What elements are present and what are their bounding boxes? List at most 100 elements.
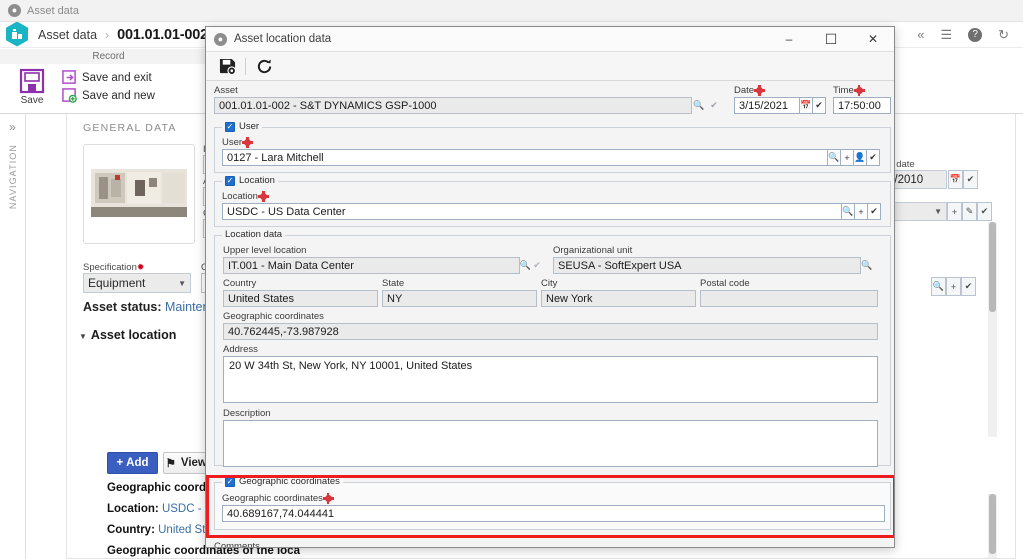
table-scrollbar-track[interactable]	[988, 494, 997, 558]
location-checkbox[interactable]: ✓	[225, 175, 235, 186]
location-input[interactable]: USDC - US Data Center	[222, 203, 842, 220]
panel-scrollbar-track[interactable]	[988, 222, 997, 437]
breadcrumb-root[interactable]: Asset data	[38, 28, 97, 42]
search-icon[interactable]: 🔍	[841, 203, 855, 220]
refresh-icon	[257, 59, 271, 73]
dialog-titlebar: ● Asset location data – ☐ ✕	[206, 27, 894, 52]
maximize-button[interactable]: ☐	[810, 27, 852, 52]
refresh-button[interactable]	[249, 53, 279, 79]
list-icon[interactable]: ☰	[940, 28, 952, 41]
address-textarea[interactable]: 20 W 34th St, New York, NY 10001, United…	[223, 356, 878, 403]
location-section-legend[interactable]: ✓ Location	[222, 175, 278, 186]
geo-section-fieldset: ✓ Geographic coordinates Geographic coor…	[214, 476, 891, 530]
calendar-icon[interactable]: 📅	[948, 170, 963, 189]
asset-label: Asset	[214, 85, 238, 96]
app-logo-icon: ●	[8, 4, 21, 17]
user-fieldset: ✓ User User 0127 - Lara Mitchell 🔍 + 👤 ✔	[214, 121, 891, 173]
location-label: Location	[222, 191, 885, 202]
country-input[interactable]: United States	[223, 290, 378, 307]
save-button[interactable]	[212, 53, 242, 79]
upper-level-location-group: Upper level location IT.001 - Main Data …	[223, 245, 543, 274]
search-icon[interactable]: 🔍	[827, 149, 841, 166]
description-textarea[interactable]	[223, 420, 878, 467]
country-label: Country	[223, 278, 257, 289]
save-new-icon	[62, 88, 77, 103]
city-input[interactable]: New York	[541, 290, 696, 307]
organizational-unit-input[interactable]: SEUSA - SoftExpert USA	[553, 257, 861, 274]
save-icon	[19, 68, 45, 94]
save-button[interactable]: Save	[6, 68, 58, 106]
calendar-icon[interactable]: 📅	[799, 97, 813, 114]
chevron-down-icon[interactable]: ▼	[178, 279, 186, 288]
refresh-icon[interactable]: ↻	[998, 28, 1009, 41]
save-and-exit-button[interactable]: Save and exit	[62, 70, 155, 85]
add-button[interactable]: + Add	[107, 452, 158, 474]
description-group: Description	[223, 408, 878, 467]
clear-icon[interactable]: ✔	[961, 277, 976, 296]
dialog-toolbar	[206, 52, 894, 81]
postal-code-input[interactable]	[700, 290, 878, 307]
clear-icon[interactable]: ✔	[706, 97, 722, 114]
help-icon[interactable]: ?	[968, 27, 983, 42]
upper-level-location-input[interactable]: IT.001 - Main Data Center	[223, 257, 520, 274]
add-button-label: Add	[126, 457, 149, 469]
specification-select[interactable]: Equipment ▼	[83, 273, 191, 293]
address-group: Address 20 W 34th St, New York, NY 10001…	[223, 344, 878, 403]
asset-hex-logo-icon	[6, 21, 30, 48]
dialog-body: Asset 001.01.01-002 - S&T DYNAMICS GSP-1…	[206, 81, 894, 547]
specification-field-group: Specification✹ Equipment ▼	[83, 262, 191, 293]
asset-input[interactable]: 001.01.01-002 - S&T DYNAMICS GSP-1000	[214, 97, 692, 114]
search-icon[interactable]: 🔍	[860, 257, 874, 274]
search-icon[interactable]: 🔍	[691, 97, 707, 114]
add-icon[interactable]: +	[840, 149, 854, 166]
geo-field-input[interactable]: 40.689167,74.044441	[222, 505, 885, 522]
add-icon[interactable]: +	[946, 277, 961, 296]
asset-field-group: Asset 001.01.01-002 - S&T DYNAMICS GSP-1…	[214, 85, 722, 114]
collapse-icon[interactable]: «	[917, 28, 924, 41]
user-checkbox[interactable]: ✓	[225, 121, 235, 132]
location-field-group: Location USDC - US Data Center 🔍 + ✔	[222, 191, 885, 220]
clear-icon[interactable]: ✔	[866, 149, 880, 166]
chevron-down-icon[interactable]: ▼	[934, 207, 942, 216]
save-button-label: Save	[20, 95, 44, 106]
geo-coordinates-input[interactable]: 40.762445,-73.987928	[223, 323, 878, 340]
description-label: Description	[223, 408, 271, 419]
panel-scrollbar-thumb[interactable]	[989, 222, 996, 312]
comments-label: Comments	[214, 541, 260, 547]
time-label: Time	[833, 85, 891, 96]
date-input[interactable]: 3/15/2021	[734, 97, 800, 114]
add-icon[interactable]: +	[854, 203, 868, 220]
close-button[interactable]: ✕	[852, 27, 894, 52]
time-input[interactable]: 17:50:00	[833, 97, 891, 114]
minimize-button[interactable]: –	[768, 27, 810, 52]
user-section-legend[interactable]: ✓ User	[222, 121, 263, 132]
geo-section-legend[interactable]: ✓ Geographic coordinates	[222, 476, 343, 487]
save-and-new-button[interactable]: Save and new	[62, 88, 155, 103]
navigation-label: NAVIGATION	[7, 144, 18, 210]
specification-label: Specification✹	[83, 262, 145, 273]
clear-icon[interactable]: ✔	[812, 97, 826, 114]
asset-location-section-header[interactable]: ▼ Asset location	[79, 328, 176, 342]
clear-icon[interactable]: ✔	[867, 203, 881, 220]
geo-checkbox[interactable]: ✓	[225, 476, 235, 487]
edit-icon[interactable]: ✎	[962, 202, 977, 221]
navigation-rail[interactable]: » NAVIGATION	[0, 114, 26, 559]
table-scrollbar-thumb[interactable]	[989, 494, 996, 554]
country-group: Country United States	[223, 278, 378, 307]
breadcrumb-separator: ›	[105, 27, 110, 42]
expand-navigation-icon[interactable]: »	[9, 120, 16, 134]
location-section-label: Location	[239, 175, 275, 186]
date-label: Date	[734, 85, 826, 96]
clear-icon[interactable]: ✔	[531, 257, 543, 274]
search-icon[interactable]: 🔍	[931, 277, 946, 296]
person-icon[interactable]: 👤	[853, 149, 867, 166]
user-input[interactable]: 0127 - Lara Mitchell	[222, 149, 828, 166]
location-data-fieldset: Location data Upper level location IT.00…	[214, 229, 891, 467]
lookup-row: 🔍 + ✔	[931, 277, 976, 296]
clear-icon[interactable]: ✔	[977, 202, 992, 221]
screen: ● Asset data Asset data › 001.01.01-002 …	[0, 0, 1023, 559]
dialog-title: Asset location data	[234, 33, 332, 45]
add-icon[interactable]: +	[947, 202, 962, 221]
state-input[interactable]: NY	[382, 290, 537, 307]
clear-icon[interactable]: ✔	[963, 170, 978, 189]
